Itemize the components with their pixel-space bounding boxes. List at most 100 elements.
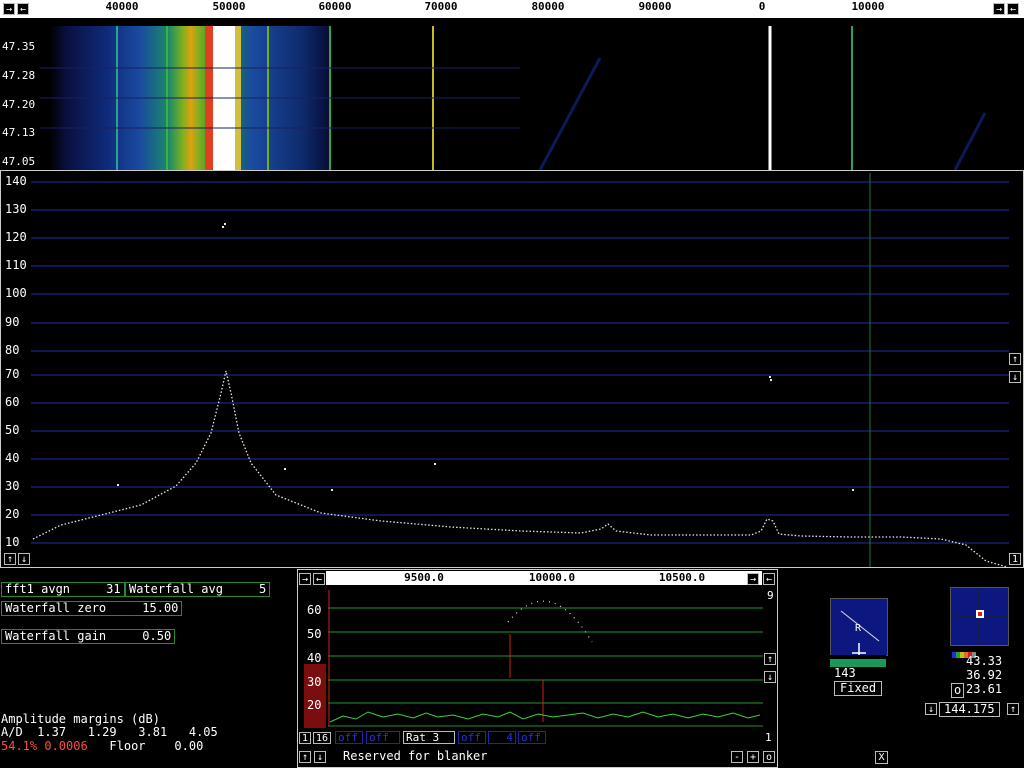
spectrum-trace — [32, 370, 1008, 567]
pol-value-2: 36.92 — [966, 668, 1003, 682]
spectrum-plot — [31, 173, 1009, 567]
spectrum-y-label: 80 — [5, 343, 20, 357]
waterfall-time-label: 47.13 — [2, 126, 36, 139]
fft1-avgn-box[interactable]: fft1 avgn 31 — [1, 582, 125, 597]
baseband-off-toggle-2[interactable]: off — [366, 731, 400, 744]
spectrum-y-label: 60 — [5, 395, 20, 409]
baseband-trace — [329, 711, 761, 723]
spectrum-gain-up-button[interactable]: ↑ — [1009, 353, 1021, 365]
scroll-right-button[interactable]: → — [3, 3, 15, 15]
baseband-scroll-left-button[interactable]: ← — [313, 573, 325, 585]
spectrum-y-label: 110 — [5, 258, 27, 272]
blanker-minus-button[interactable]: - — [731, 751, 743, 763]
freq-tick-label: 70000 — [424, 0, 458, 13]
waterfall-time-label: 47.35 — [2, 40, 36, 53]
rat-label: Rat — [406, 731, 426, 744]
spectrum-y-label: 120 — [5, 230, 27, 244]
floor-value: 0.00 — [174, 739, 204, 753]
baseband-scroll-right-button-2[interactable]: → — [747, 573, 759, 585]
blanker-down-button[interactable]: ↓ — [314, 751, 326, 763]
pol-value-1: 43.33 — [966, 654, 1003, 668]
spectrum-display[interactable]: 140 130 120 110 100 90 80 70 60 50 40 30… — [0, 170, 1024, 568]
freq-tick-label: 0 — [758, 0, 766, 13]
floor-label: Floor — [109, 739, 146, 753]
baseband-off-toggle-3[interactable]: off — [458, 731, 486, 744]
waterfall-zero-label: Waterfall zero — [5, 601, 107, 615]
freq-up-button[interactable]: ↑ — [1007, 703, 1019, 715]
rat-value: 3 — [432, 731, 440, 744]
waterfall-time-label: 47.20 — [2, 98, 36, 111]
waterfall-gain-value: 0.50 — [142, 629, 172, 643]
spectrum-peak-dots — [117, 223, 854, 491]
baseband-value-four[interactable]: 4 — [488, 731, 516, 744]
spectrum-one-button[interactable]: 1 — [1009, 553, 1021, 565]
polarization-color-scale — [952, 643, 976, 658]
baseband-plot — [304, 590, 763, 728]
freq-tick-label: 10000 — [851, 0, 885, 13]
waterfall-gain-label: Waterfall gain — [5, 629, 107, 643]
pol-o-button[interactable]: o — [951, 683, 965, 698]
waterfall-time-label: 47.28 — [2, 69, 36, 82]
fft1-avgn-label: fft1 avgn — [5, 582, 71, 596]
freq-tick-label: 40000 — [105, 0, 139, 13]
baseband-scroll-left-button-2[interactable]: ← — [763, 573, 775, 585]
freq-down-button[interactable]: ↓ — [925, 703, 937, 715]
spectrum-y-label: 90 — [5, 315, 20, 329]
scroll-right-button-right[interactable]: → — [993, 3, 1005, 15]
s-meter-r-label: R — [855, 623, 862, 634]
spectrum-y-label: 100 — [5, 286, 27, 300]
waterfall-zero-value: 15.00 — [142, 601, 179, 615]
waterfall-display[interactable]: 47.35 47.28 47.20 47.13 47.05 — [0, 18, 1024, 170]
pol-value-3: 23.61 — [966, 682, 1003, 696]
blanker-zero-button[interactable]: o — [763, 751, 775, 763]
baseband-corner-bottom: 1 — [765, 731, 772, 744]
waterfall-avg-value: 5 — [259, 582, 267, 596]
waterfall-avg-label: Waterfall avg — [129, 582, 223, 596]
spectrum-gain-down-button[interactable]: ↓ — [1009, 371, 1021, 383]
blanker-plus-button[interactable]: + — [747, 751, 759, 763]
baseband-gain-down-button[interactable]: ↓ — [764, 671, 776, 683]
spectrum-expand-up-button[interactable]: ↑ — [4, 553, 16, 565]
blanker-text: Reserved for blanker — [343, 749, 488, 763]
fft1-avgn-value: 31 — [106, 582, 121, 596]
baseband-y-label: 20 — [307, 698, 322, 712]
waterfall-avg-box[interactable]: Waterfall avg 5 — [125, 582, 271, 597]
waterfall-zero-box[interactable]: Waterfall zero 15.00 — [1, 601, 183, 616]
baseband-rat-control[interactable]: Rat 3 — [403, 731, 455, 744]
cpu-floor-line: 54.1% 0.0006 Floor 0.00 — [1, 740, 203, 753]
spectrum-y-label: 130 — [5, 202, 27, 216]
ad-values: 1.37 1.29 3.81 4.05 — [37, 725, 218, 739]
spectrum-y-label: 10 — [5, 535, 20, 549]
baseband-frequency-ruler[interactable]: 9500.0 10000.0 10500.0 — [326, 571, 762, 585]
close-button[interactable]: X — [875, 751, 888, 764]
spectrum-expand-down-button[interactable]: ↓ — [18, 553, 30, 565]
blanker-up-button[interactable]: ↑ — [299, 751, 311, 763]
freq-tick-label: 80000 — [531, 0, 565, 13]
s-meter-value: 143 — [834, 666, 856, 680]
baseband-scroll-right-button[interactable]: → — [299, 573, 311, 585]
baseband-y-label: 40 — [307, 651, 322, 665]
spectrum-y-label: 20 — [5, 507, 20, 521]
baseband-off-toggle-5[interactable]: off — [518, 731, 546, 744]
baseband-one-button[interactable]: 1 — [299, 732, 311, 744]
spectrum-y-label: 70 — [5, 367, 20, 381]
scroll-left-button[interactable]: ← — [17, 3, 29, 15]
baseband-freq-label: 10000.0 — [528, 571, 576, 584]
spectrum-y-label: 40 — [5, 451, 20, 465]
baseband-sixteen-button[interactable]: 16 — [313, 732, 331, 744]
polarization-display[interactable] — [950, 587, 1009, 646]
spectrum-y-label: 140 — [5, 174, 27, 188]
spectrum-y-label: 50 — [5, 423, 20, 437]
agc-mode-button[interactable]: Fixed — [834, 681, 883, 696]
waterfall-time-label: 47.05 — [2, 155, 36, 168]
freq-tick-label: 60000 — [318, 0, 352, 13]
baseband-gain-up-button[interactable]: ↑ — [764, 653, 776, 665]
baseband-y-label: 60 — [307, 603, 322, 617]
frequency-ruler[interactable]: 40000 50000 60000 70000 80000 90000 0 10… — [0, 0, 1024, 18]
scroll-left-button-right[interactable]: ← — [1007, 3, 1019, 15]
s-meter-display[interactable]: R — [830, 598, 888, 656]
baseband-y-label: 30 — [307, 675, 322, 689]
frequency-readout[interactable]: 144.175 — [939, 702, 1000, 717]
waterfall-gain-box[interactable]: Waterfall gain 0.50 — [1, 629, 176, 644]
baseband-off-toggle-1[interactable]: off — [335, 731, 363, 744]
